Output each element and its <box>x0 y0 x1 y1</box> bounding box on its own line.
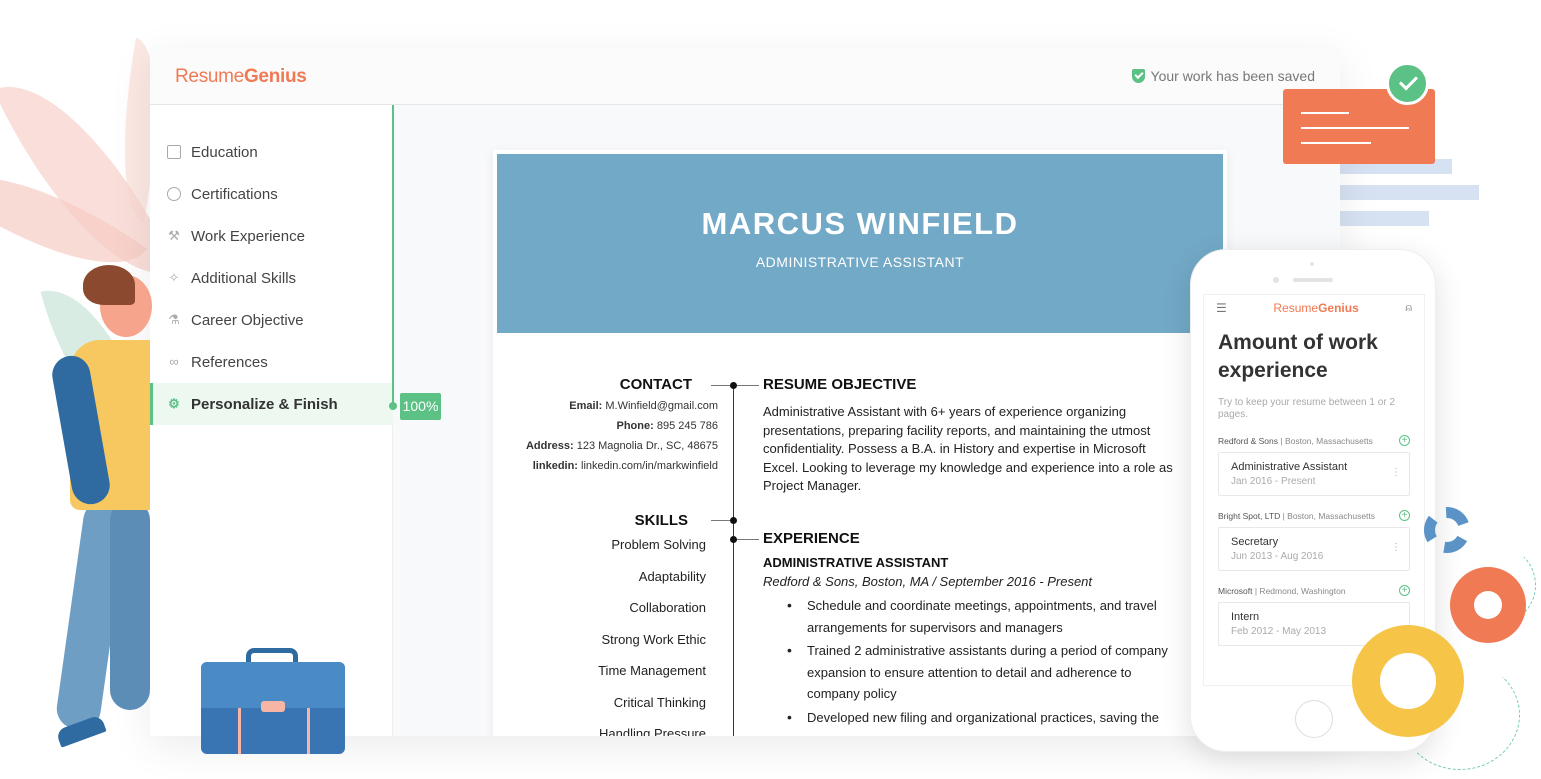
phone-home-button <box>1295 700 1333 738</box>
job-card[interactable]: Secretary Jun 2013 - Aug 2016 ⋮ <box>1218 527 1410 571</box>
sidebar-item-label: Personalize & Finish <box>191 395 338 413</box>
sidebar-item-certifications[interactable]: Certifications <box>150 173 393 215</box>
contact-linkedin: linkedin: linkedin.com/in/markwinfield <box>532 460 718 472</box>
award-icon <box>167 187 181 201</box>
add-icon[interactable]: + <box>1399 510 1410 521</box>
contact-section: CONTACT Email: M.Winfield@gmail.com Phon… <box>493 376 718 476</box>
sidebar-item-work-experience[interactable]: ⚒ Work Experience <box>150 215 393 257</box>
bar-decoration <box>1338 211 1429 226</box>
job-bullets: Schedule and coordinate meetings, appoin… <box>763 595 1183 728</box>
check-icon <box>1386 62 1429 105</box>
top-bar: ResumeGenius Your work has been saved <box>150 48 1340 105</box>
resume-timeline <box>733 382 734 736</box>
skill-item: Collaboration <box>629 600 706 615</box>
job-card[interactable]: Administrative Assistant Jan 2016 - Pres… <box>1218 452 1410 496</box>
skill-item: Handling Pressure <box>599 726 706 736</box>
flask-icon: ⚗ <box>168 312 180 327</box>
timeline-dot <box>730 382 737 389</box>
timeline-dot <box>730 536 737 543</box>
hammer-icon: ⚒ <box>168 228 180 243</box>
experience-entry: Redford & Sons | Boston, Massachusetts +… <box>1204 435 1424 496</box>
sidebar-item-label: Career Objective <box>191 311 304 329</box>
menu-icon[interactable]: ☰ <box>1216 301 1227 315</box>
resume-preview: MARCUS WINFIELD ADMINISTRATIVE ASSISTANT… <box>493 150 1227 736</box>
objective-text: Administrative Assistant with 6+ years o… <box>763 404 1173 493</box>
progress-marker <box>389 402 397 410</box>
bar-decoration <box>1338 185 1479 200</box>
progress-track <box>392 105 394 405</box>
skill-item: Strong Work Ethic <box>601 631 706 647</box>
job-bullet: Developed new filing and organizational … <box>763 707 1183 729</box>
gear-icon: ⚙ <box>168 396 180 411</box>
sidebar: Education Certifications ⚒ Work Experien… <box>150 105 393 736</box>
sidebar-item-label: Additional Skills <box>191 269 297 287</box>
objective-section: RESUME OBJECTIVE Administrative Assistan… <box>763 376 1183 496</box>
phone-top-bar: ☰ ResumeGenius ⍝ <box>1204 295 1424 321</box>
link-icon: ∞ <box>169 354 179 369</box>
sidebar-item-label: References <box>191 353 268 371</box>
contact-address: Address: 123 Magnolia Dr., SC, 48675 <box>525 440 718 452</box>
job-meta: Redford & Sons, Boston, MA / September 2… <box>763 574 1093 589</box>
more-options-icon[interactable]: ⋮ <box>1391 467 1401 478</box>
sidebar-item-personalize-finish[interactable]: ⚙ Personalize & Finish <box>150 383 393 425</box>
skill-item: Adaptability <box>638 568 706 584</box>
resume-genius-logo[interactable]: ResumeGenius <box>175 66 307 88</box>
resume-job-title: ADMINISTRATIVE ASSISTANT <box>755 254 965 270</box>
sidebar-item-career-objective[interactable]: ⚗ Career Objective <box>150 299 393 341</box>
sidebar-item-label: Education <box>191 143 258 161</box>
sidebar-item-label: Work Experience <box>191 227 305 245</box>
sidebar-item-references[interactable]: ∞ References <box>150 341 393 383</box>
save-status: Your work has been saved <box>1131 68 1315 84</box>
resume-header: MARCUS WINFIELD ADMINISTRATIVE ASSISTANT <box>497 154 1223 333</box>
sidebar-item-additional-skills[interactable]: ✧ Additional Skills <box>150 257 393 299</box>
phone-subtext: Try to keep your resume between 1 or 2 p… <box>1218 397 1395 420</box>
objective-heading: RESUME OBJECTIVE <box>763 376 917 393</box>
phone-logo: ResumeGenius <box>1273 301 1359 315</box>
skill-item: Problem Solving <box>611 537 706 552</box>
progress-badge: 100% <box>400 393 441 420</box>
user-icon[interactable]: ⍝ <box>1405 302 1412 315</box>
gear-icon <box>1424 507 1470 553</box>
builder-window: ResumeGenius Your work has been saved Ed… <box>150 48 1340 736</box>
skill-item: Time Management <box>598 663 706 678</box>
job-bullet: Trained 2 administrative assistants duri… <box>763 640 1183 705</box>
job-bullet: Schedule and coordinate meetings, appoin… <box>763 595 1183 638</box>
resume-name: MARCUS WINFIELD <box>701 206 1019 241</box>
contact-heading: CONTACT <box>619 376 692 393</box>
company-row: Redford & Sons | Boston, Massachusetts + <box>1218 435 1410 446</box>
shield-check-icon <box>1131 69 1145 83</box>
more-options-icon[interactable]: ⋮ <box>1391 542 1401 553</box>
company-row: Bright Spot, LTD | Boston, Massachusetts… <box>1218 510 1410 521</box>
contact-email: Email: M.Winfield@gmail.com <box>569 400 718 412</box>
skills-heading: SKILLS <box>634 512 688 529</box>
job-title: ADMINISTRATIVE ASSISTANT <box>763 555 949 570</box>
phone-heading: Amount of work experience <box>1218 331 1378 382</box>
timeline-dot <box>730 517 737 524</box>
skill-item: Critical Thinking <box>613 694 706 710</box>
contact-phone: Phone: 895 245 786 <box>616 420 718 432</box>
book-icon <box>167 145 181 159</box>
sidebar-item-education[interactable]: Education <box>150 131 393 173</box>
add-icon[interactable]: + <box>1399 435 1410 446</box>
experience-heading: EXPERIENCE <box>763 530 860 547</box>
wand-icon: ✧ <box>168 270 180 285</box>
company-row: Microsoft | Redmond, Washington + <box>1218 585 1410 596</box>
add-icon[interactable]: + <box>1399 585 1410 596</box>
skills-section: SKILLS Problem Solving Adaptability Coll… <box>493 512 718 736</box>
experience-entry: Bright Spot, LTD | Boston, Massachusetts… <box>1204 510 1424 571</box>
sidebar-item-label: Certifications <box>191 185 278 203</box>
experience-section: EXPERIENCE ADMINISTRATIVE ASSISTANT Redf… <box>763 530 1183 730</box>
save-status-text: Your work has been saved <box>1150 68 1315 84</box>
sidebar-nav: Education Certifications ⚒ Work Experien… <box>150 131 393 425</box>
